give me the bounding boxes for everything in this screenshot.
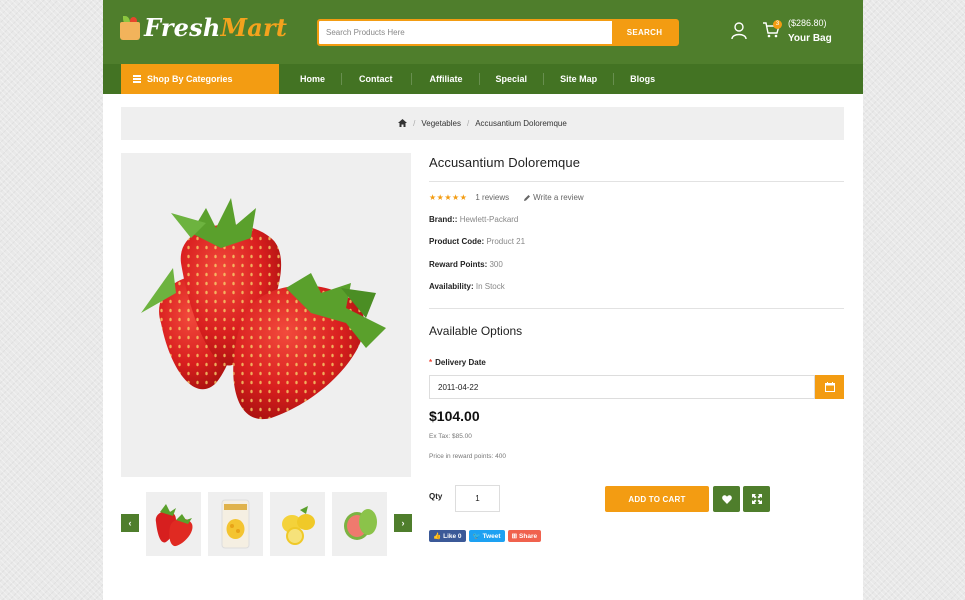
- thumbnail-strawberries[interactable]: [146, 492, 201, 556]
- available-options-title: Available Options: [429, 324, 523, 338]
- cart-amount: ($286.80): [788, 18, 827, 28]
- product-code-row: Product Code: Product 21: [429, 237, 526, 246]
- product-title: Accusantium Doloremque: [429, 155, 581, 170]
- delivery-date-label: * Delivery Date: [429, 358, 486, 367]
- nav-home[interactable]: Home: [300, 74, 325, 84]
- nav-special[interactable]: Special: [496, 74, 528, 84]
- price-in-points: Price in reward points: 400: [429, 453, 506, 460]
- add-to-cart-button[interactable]: ADD TO CART: [605, 486, 709, 512]
- thumbnail-packaged-mango[interactable]: [208, 492, 263, 556]
- breadcrumb-vegetables[interactable]: Vegetables: [421, 119, 461, 128]
- nav-site-map[interactable]: Site Map: [560, 74, 597, 84]
- thumbnail-guava[interactable]: [332, 492, 387, 556]
- strawberries-image: [141, 198, 386, 420]
- logo-text: FreshMart: [144, 13, 288, 42]
- rating: ★★★★★ 1 reviews Write a review: [429, 193, 584, 202]
- calendar-icon[interactable]: [815, 375, 844, 399]
- compare-button[interactable]: [743, 486, 770, 512]
- nav-affiliate[interactable]: Affiliate: [430, 74, 463, 84]
- thumbs-up-icon: 👍: [433, 533, 442, 540]
- breadcrumb: / Vegetables / Accusantium Doloremque: [121, 107, 844, 140]
- brand-row: Brand:: Hewlett-Packard: [429, 215, 519, 224]
- cart-icon: 3: [762, 20, 782, 42]
- categories-label: Shop By Categories: [147, 74, 233, 84]
- nav-contact[interactable]: Contact: [359, 74, 393, 84]
- tweet-button[interactable]: 🐦 Tweet: [468, 530, 505, 542]
- share-icon: ⊞: [511, 533, 518, 540]
- ex-tax: Ex Tax: $85.00: [429, 433, 472, 440]
- delivery-date-input[interactable]: 2011-04-22: [429, 375, 815, 399]
- cart[interactable]: 3 ($286.80) Your Bag: [762, 18, 832, 44]
- wishlist-button[interactable]: [713, 486, 740, 512]
- expand-icon: [751, 494, 762, 504]
- chevron-left-icon[interactable]: ‹: [121, 514, 139, 532]
- availability-row: Availability: In Stock: [429, 282, 505, 291]
- social-share: 👍 Like 0 🐦 Tweet ⊞ Share: [429, 530, 544, 542]
- page: FreshMart SEARCH 3 ($286.80) Your Bag Sh…: [103, 0, 863, 600]
- main-nav: Shop By Categories Home Contact Affiliat…: [103, 64, 863, 94]
- write-review-link[interactable]: Write a review: [523, 193, 584, 202]
- reward-points-row: Reward Points: 300: [429, 260, 503, 269]
- share-button[interactable]: ⊞ Share: [507, 530, 542, 542]
- rating-stars: ★★★★★: [429, 193, 468, 202]
- heart-icon: [721, 494, 732, 504]
- chevron-right-icon[interactable]: ›: [394, 514, 412, 532]
- header: FreshMart SEARCH 3 ($286.80) Your Bag: [103, 0, 863, 64]
- product-main-image[interactable]: [121, 153, 411, 477]
- cart-label: Your Bag: [788, 33, 832, 44]
- search-button[interactable]: SEARCH: [612, 21, 677, 44]
- search-bar: SEARCH: [317, 19, 679, 46]
- search-input[interactable]: [319, 21, 612, 44]
- brand-value[interactable]: Hewlett-Packard: [460, 215, 519, 224]
- breadcrumb-current[interactable]: Accusantium Doloremque: [475, 119, 567, 128]
- menu-icon: [133, 74, 141, 85]
- product-price: $104.00: [429, 408, 480, 424]
- reviews-link[interactable]: 1 reviews: [475, 193, 509, 202]
- thumbnail-lemons[interactable]: [270, 492, 325, 556]
- qty-label: Qty: [429, 492, 443, 501]
- user-icon[interactable]: [731, 22, 747, 45]
- facebook-like-button[interactable]: 👍 Like 0: [429, 530, 466, 542]
- pencil-icon: [524, 194, 531, 201]
- grocery-bag-icon: [120, 15, 140, 40]
- qty-input[interactable]: 1: [455, 485, 500, 512]
- cart-count-badge: 3: [773, 20, 782, 29]
- logo[interactable]: FreshMart: [120, 13, 287, 42]
- thumbnail-carousel: ‹ ›: [121, 492, 412, 556]
- shop-by-categories-button[interactable]: Shop By Categories: [121, 64, 279, 94]
- nav-blogs[interactable]: Blogs: [630, 74, 655, 84]
- twitter-icon: 🐦: [472, 533, 481, 540]
- home-icon[interactable]: [398, 118, 408, 129]
